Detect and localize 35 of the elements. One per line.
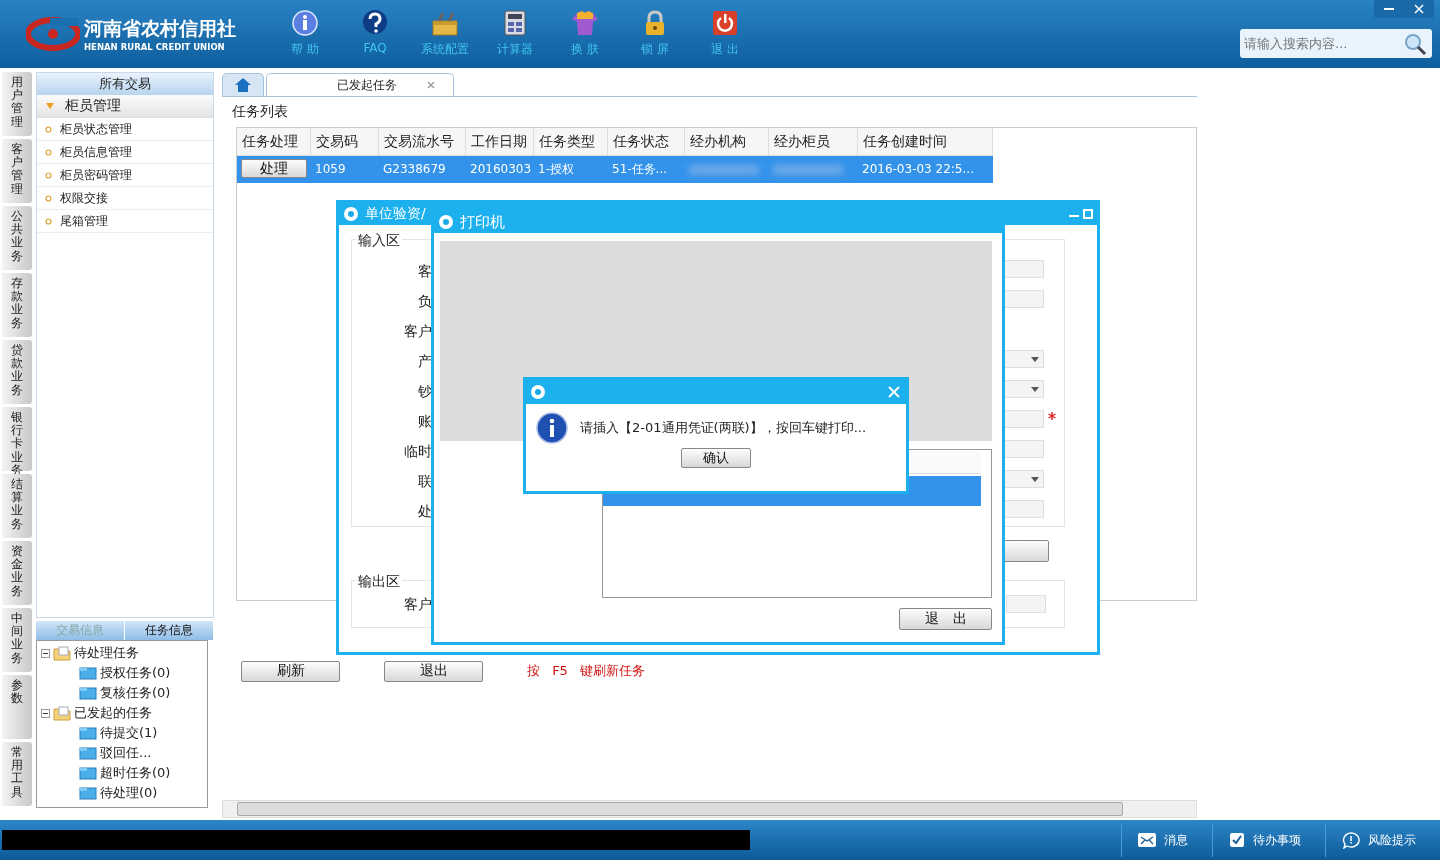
section-title: 任务列表 xyxy=(232,103,289,121)
logo-title: 河南省农村信用社 xyxy=(84,16,236,41)
field-label: 钞 xyxy=(418,382,432,401)
field-label: 客 xyxy=(418,262,432,281)
panel-title: 所有交易 xyxy=(37,73,213,95)
table-cell-text: 1-授权 xyxy=(537,161,575,178)
field-label: 负 xyxy=(418,292,432,311)
column-header: 任务状态 xyxy=(608,128,685,155)
column-header: 经办机构 xyxy=(685,128,769,155)
window-title: 打印机 xyxy=(460,212,505,232)
section-label: 输出区 xyxy=(356,573,402,591)
table-cell-text: 20160303 xyxy=(469,161,533,178)
column-header: 任务处理 xyxy=(237,128,311,155)
field-label: 客户 xyxy=(404,322,432,341)
column-header: 交易流水号 xyxy=(379,128,466,155)
column-header: 任务创建时间 xyxy=(858,128,993,155)
column-header: 经办柜员 xyxy=(769,128,858,155)
field-label: 联 xyxy=(418,472,432,491)
table-cell-text: 1059 xyxy=(314,161,347,178)
column-header: 交易码 xyxy=(311,128,379,155)
field-label: 处 xyxy=(418,502,432,521)
field-label: 账 xyxy=(418,412,432,431)
table-cell-text: 51-任务... xyxy=(611,161,669,178)
column-header: 任务类型 xyxy=(534,128,608,155)
window-title: 单位验资/ xyxy=(365,205,426,223)
field-label: 临时 xyxy=(404,442,432,461)
column-header: 工作日期 xyxy=(466,128,534,155)
table-cell-text: G2338679 xyxy=(382,161,447,178)
field-label: 产 xyxy=(418,352,432,371)
logo-subtitle: HENAN RURAL CREDIT UNION xyxy=(84,42,226,52)
table-cell-text: 2016-03-03 22:5... xyxy=(861,161,975,178)
message-text: 请插入【2-01通用凭证(两联)】，按回车键打印... xyxy=(580,419,867,437)
field-label: 客户 xyxy=(404,595,432,614)
hint-text: 按 F5 键刷新任务 xyxy=(527,662,645,680)
section-label: 输入区 xyxy=(356,232,402,250)
